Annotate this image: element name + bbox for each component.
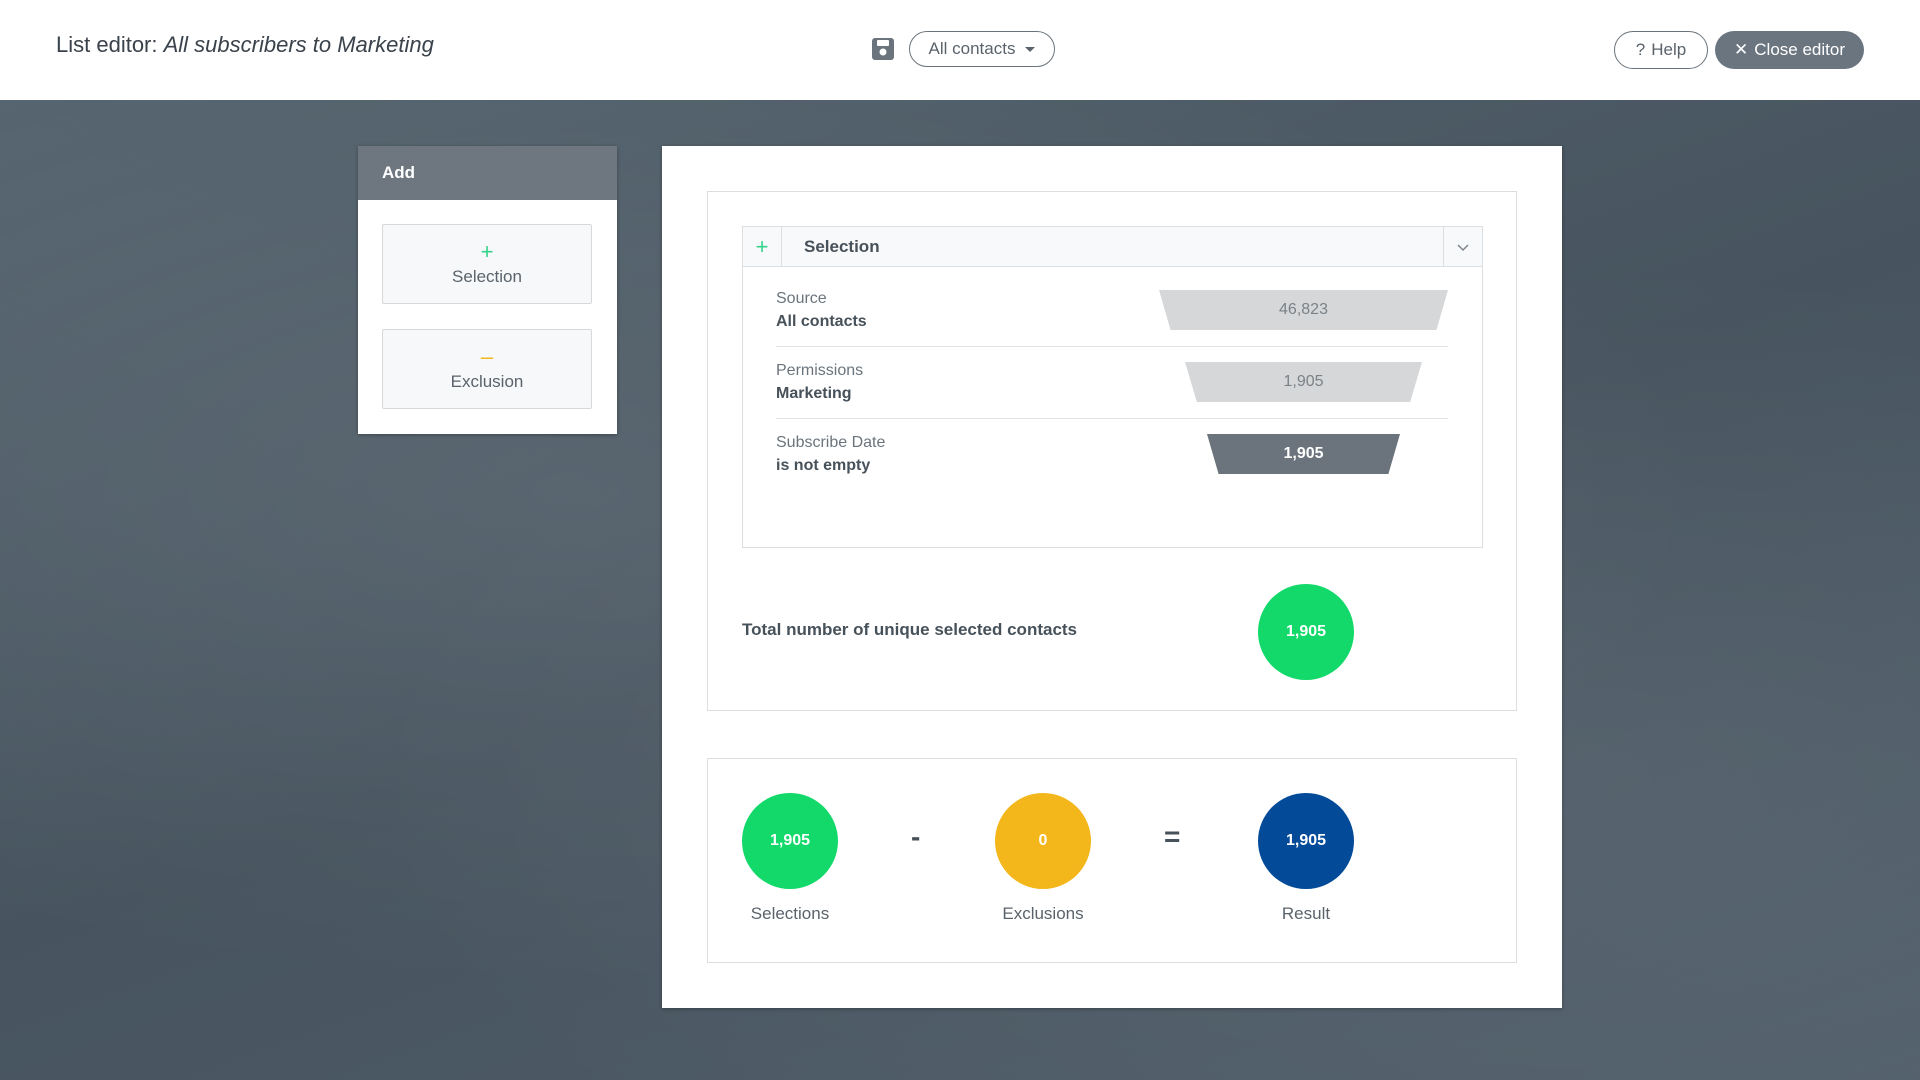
- total-label: Total number of unique selected contacts: [742, 620, 1078, 639]
- add-panel: Add + Selection – Exclusion: [358, 146, 617, 434]
- criterion-value: All contacts: [776, 313, 867, 330]
- criterion-row[interactable]: Source All contacts 46,823: [776, 274, 1448, 347]
- minus-icon: –: [480, 344, 494, 369]
- add-exclusion-button[interactable]: – Exclusion: [382, 329, 592, 409]
- question-icon: ?: [1635, 40, 1646, 59]
- selections-label: Selections: [750, 904, 830, 923]
- page-title: List editor: All subscribers to Marketin…: [56, 32, 434, 58]
- criterion-value: is not empty: [776, 457, 871, 474]
- main-panel: + Selection Source All contacts 46,823 P…: [662, 146, 1562, 1008]
- funnel-bar: 46,823: [1159, 290, 1448, 330]
- close-icon: ✕: [1734, 40, 1749, 59]
- exclusions-label: Exclusions: [1002, 904, 1084, 923]
- help-button[interactable]: ? Help: [1614, 31, 1708, 69]
- minus-operator: -: [911, 821, 921, 852]
- criterion-key: Subscribe Date: [776, 434, 886, 451]
- add-panel-title: Add: [358, 146, 617, 200]
- funnel-bar: 1,905: [1185, 362, 1422, 402]
- close-label: Close editor: [1754, 40, 1845, 59]
- criterion-value: Marketing: [776, 385, 852, 402]
- selection-title: Selection: [804, 236, 880, 256]
- result-label: Result: [1281, 904, 1331, 923]
- equals-operator: =: [1164, 821, 1181, 852]
- result-circle: 1,905: [1258, 793, 1354, 889]
- funnel-bar: 1,905: [1207, 434, 1400, 474]
- criterion-key: Permissions: [776, 362, 864, 379]
- add-selection-button[interactable]: + Selection: [382, 224, 592, 304]
- close-editor-button[interactable]: ✕ Close editor: [1715, 31, 1864, 69]
- list-name: All subscribers to Marketing: [163, 32, 434, 57]
- save-icon[interactable]: [870, 36, 896, 62]
- selection-area: + Selection Source All contacts 46,823 P…: [707, 191, 1517, 711]
- chevron-down-icon[interactable]: [1443, 227, 1482, 266]
- help-label: Help: [1651, 40, 1687, 59]
- add-exclusion-label: Exclusion: [450, 372, 524, 391]
- dropdown-value: All contacts: [928, 39, 1016, 58]
- exclusions-circle: 0: [995, 793, 1091, 889]
- top-bar: List editor: All subscribers to Marketin…: [0, 0, 1920, 100]
- criterion-row[interactable]: Permissions Marketing 1,905: [776, 346, 1448, 419]
- caret-down-icon: [1025, 46, 1036, 52]
- selection-block: + Selection Source All contacts 46,823 P…: [742, 226, 1483, 548]
- selection-header: + Selection: [743, 227, 1482, 267]
- title-prefix: List editor:: [56, 32, 164, 57]
- summary-area: 1,905 Selections - 0 Exclusions = 1,905 …: [707, 758, 1517, 963]
- total-circle: 1,905: [1258, 584, 1354, 680]
- add-selection-label: Selection: [452, 267, 522, 286]
- plus-icon: +: [480, 239, 494, 264]
- criterion-key: Source: [776, 290, 827, 307]
- criterion-row[interactable]: Subscribe Date is not empty 1,905: [776, 418, 1448, 490]
- contacts-dropdown[interactable]: All contacts: [909, 31, 1055, 67]
- add-criterion-icon[interactable]: +: [743, 227, 782, 266]
- selections-circle: 1,905: [742, 793, 838, 889]
